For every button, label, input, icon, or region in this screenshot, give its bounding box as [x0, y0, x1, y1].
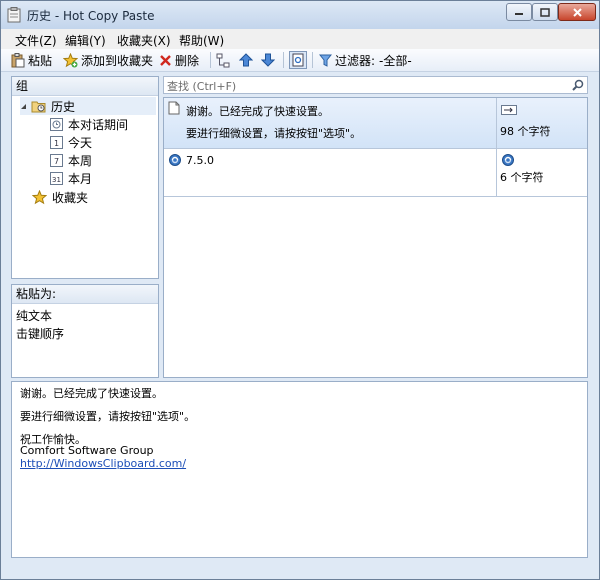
- maximize-button[interactable]: [532, 3, 558, 21]
- filter-value: -全部-: [379, 53, 412, 68]
- add-favorite-icon: [63, 52, 78, 67]
- tree-view-button[interactable]: [216, 52, 233, 68]
- minimize-button[interactable]: [506, 3, 532, 21]
- maximize-icon: [540, 7, 550, 17]
- tree-item-label: 本月: [68, 171, 93, 186]
- tree-item-favorites[interactable]: 收藏夹: [32, 188, 88, 206]
- clip-text-line: 要进行细微设置，请按按钮"选项"。: [186, 127, 362, 140]
- calendar-31-icon: 31: [50, 171, 63, 185]
- clip-text-line: 谢谢。已经完成了快速设置。: [186, 105, 329, 118]
- tree-item-label: 收藏夹: [52, 190, 89, 205]
- star-icon: [32, 189, 47, 204]
- filter-label: 过滤器:: [335, 53, 376, 68]
- app-source-icon: [502, 154, 514, 166]
- menu-file[interactable]: 文件(Z): [15, 32, 57, 49]
- preview-company: Comfort Software Group: [20, 444, 154, 457]
- tree-item-this-week[interactable]: 7 本周: [50, 151, 92, 169]
- delete-label: 删除: [175, 53, 200, 68]
- paste-button[interactable]: 粘贴: [11, 52, 52, 68]
- app-source-icon: [169, 154, 181, 166]
- toolbar-separator: [210, 52, 211, 68]
- tree-item-label: 本对话期间: [68, 117, 129, 132]
- menu-favorites[interactable]: 收藏夹(X): [117, 32, 171, 49]
- paste-icon: [11, 52, 25, 67]
- paste-option-keystrokes[interactable]: 击键顺序: [16, 325, 64, 342]
- groups-panel-title: 组: [12, 77, 158, 96]
- toolbar-separator: [312, 52, 313, 68]
- paste-as-panel: 粘贴为: 纯文本 击键顺序: [11, 284, 159, 378]
- close-button[interactable]: [558, 3, 596, 21]
- filter-icon: [319, 54, 332, 67]
- preview-line: 要进行细微设置，请按按钮"选项"。: [20, 410, 196, 423]
- preview-toggle-button[interactable]: [289, 51, 307, 69]
- clip-size: 6 个字符: [500, 171, 544, 184]
- app-icon: [7, 7, 21, 23]
- history-folder-icon: [31, 101, 46, 113]
- toolbar: 粘贴 添加到收藏夹 删除 过滤器: -全部-: [1, 49, 599, 72]
- minimize-icon: [515, 13, 523, 15]
- preview-icon: [292, 53, 304, 67]
- clip-text-line: 7.5.0: [186, 154, 214, 167]
- search-input[interactable]: 查找 (Ctrl+F): [163, 76, 588, 94]
- window-title: 历史 - Hot Copy Paste: [27, 9, 155, 23]
- text-format-icon: [501, 105, 517, 115]
- move-up-button[interactable]: [239, 52, 256, 68]
- clip-content: 谢谢。已经完成了快速设置。 要进行细微设置，请按按钮"选项"。: [164, 98, 497, 148]
- preview-website-link[interactable]: http://WindowsClipboard.com/: [20, 457, 186, 470]
- session-icon: [50, 117, 63, 131]
- tree-view-icon: [216, 53, 230, 67]
- clip-content: 7.5.0: [164, 149, 497, 196]
- calendar-number: 1: [54, 139, 59, 148]
- menu-help[interactable]: 帮助(W): [179, 32, 224, 49]
- expand-triangle-icon: [21, 103, 26, 109]
- preview-pane: 谢谢。已经完成了快速设置。 要进行细微设置，请按按钮"选项"。 祝工作愉快。 C…: [11, 381, 588, 558]
- toolbar-separator: [283, 52, 284, 68]
- tree-item-today[interactable]: 1 今天: [50, 133, 92, 151]
- move-down-button[interactable]: [261, 52, 278, 68]
- tree-item-session[interactable]: 本对话期间: [50, 115, 128, 133]
- calendar-number: 7: [54, 157, 59, 166]
- groups-panel: 组 历史 本对话期间 1 今天 7 本周 31 本月 收藏夹: [11, 76, 159, 279]
- paste-as-title: 粘贴为:: [12, 285, 158, 304]
- search-placeholder: 查找 (Ctrl+F): [167, 80, 237, 93]
- clip-size: 98 个字符: [500, 125, 551, 138]
- filter-button[interactable]: 过滤器: -全部-: [319, 52, 412, 68]
- title-bar: 历史 - Hot Copy Paste: [1, 1, 599, 29]
- text-document-icon: [168, 101, 180, 115]
- add-favorite-label: 添加到收藏夹: [81, 53, 154, 68]
- tree-item-label: 今天: [68, 135, 93, 150]
- tree-item-label: 历史: [51, 99, 76, 114]
- search-icon[interactable]: [572, 79, 584, 91]
- close-icon: [572, 7, 582, 17]
- tree-item-this-month[interactable]: 31 本月: [50, 169, 92, 187]
- paste-label: 粘贴: [28, 53, 53, 68]
- delete-icon: [160, 54, 171, 66]
- calendar-number: 31: [52, 176, 61, 184]
- tree-item-label: 本周: [68, 153, 93, 168]
- menu-edit[interactable]: 编辑(Y): [65, 32, 106, 49]
- arrow-up-icon: [239, 53, 253, 67]
- clip-row[interactable]: 7.5.0 6 个字符: [164, 149, 587, 197]
- calendar-7-icon: 7: [50, 153, 63, 167]
- add-favorite-button[interactable]: 添加到收藏夹: [63, 52, 153, 68]
- delete-button[interactable]: 删除: [159, 52, 199, 68]
- menu-bar: 文件(Z) 编辑(Y) 收藏夹(X) 帮助(W): [1, 29, 599, 50]
- preview-line: 谢谢。已经完成了快速设置。: [20, 387, 163, 400]
- arrow-down-icon: [261, 53, 275, 67]
- calendar-1-icon: 1: [50, 135, 63, 149]
- clip-row[interactable]: 谢谢。已经完成了快速设置。 要进行细微设置，请按按钮"选项"。 98 个字符: [164, 98, 587, 149]
- app-window: 历史 - Hot Copy Paste 文件(Z) 编辑(Y) 收藏夹(X) 帮…: [0, 0, 600, 580]
- clip-list: 谢谢。已经完成了快速设置。 要进行细微设置，请按按钮"选项"。 98 个字符 7…: [163, 97, 588, 378]
- tree-item-history[interactable]: 历史: [20, 97, 156, 115]
- paste-option-plain-text[interactable]: 纯文本: [16, 307, 52, 324]
